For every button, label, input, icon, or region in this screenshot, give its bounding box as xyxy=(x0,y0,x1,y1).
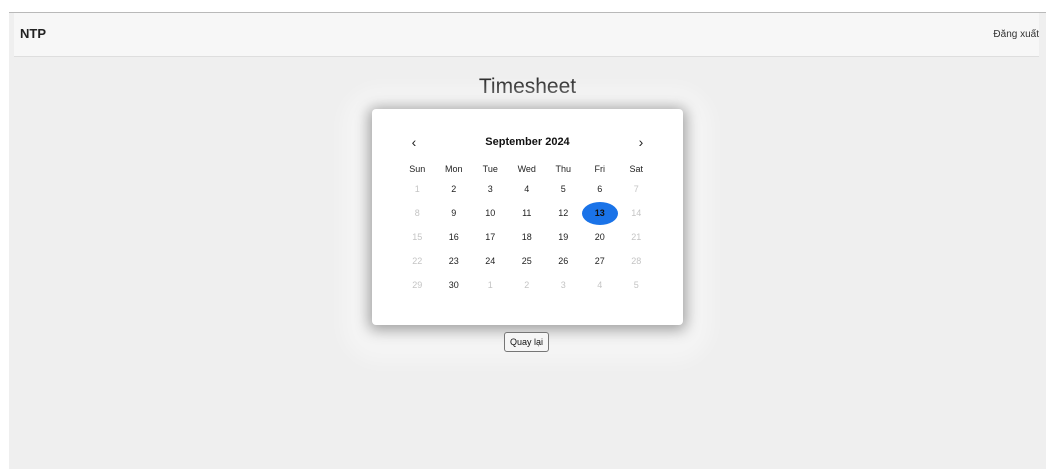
calendar-day[interactable]: 29 xyxy=(399,273,436,297)
calendar-day-label: 12 xyxy=(558,208,569,218)
calendar-day-label: 3 xyxy=(487,184,493,194)
calendar-day-label: 21 xyxy=(631,232,642,242)
calendar-day[interactable]: 9 xyxy=(436,201,473,225)
calendar-day-label: 6 xyxy=(597,184,603,194)
calendar-day-label: 7 xyxy=(633,184,639,194)
calendar-day-label: 15 xyxy=(412,232,423,242)
weekday-header: Fri xyxy=(594,164,606,174)
calendar-day-label: 22 xyxy=(412,256,423,266)
calendar-day[interactable]: 21 xyxy=(618,225,655,249)
calendar-day[interactable]: 14 xyxy=(618,201,655,225)
calendar-grid: Sun Mon Tue Wed Thu Fri Sat 1 2 3 4 5 6 7 8 9 10 11 12 13 14… xyxy=(399,161,655,297)
calendar-day-label: 2 xyxy=(524,280,530,290)
calendar-day-label: 11 xyxy=(522,208,532,218)
calendar-day[interactable]: 3 xyxy=(472,177,509,201)
calendar-day[interactable]: 26 xyxy=(545,249,582,273)
calendar-day-label: 3 xyxy=(560,280,566,290)
calendar-day-label: 19 xyxy=(558,232,569,242)
calendar-day[interactable]: 1 xyxy=(472,273,509,297)
logout-link[interactable]: Đăng xuất xyxy=(993,29,1039,40)
calendar-day-label: 25 xyxy=(521,256,532,266)
calendar-day-label: 29 xyxy=(412,280,423,290)
calendar-day[interactable]: 1 xyxy=(399,177,436,201)
calendar-day-label: 28 xyxy=(631,256,642,266)
calendar-day[interactable]: 19 xyxy=(545,225,582,249)
calendar-day[interactable]: 7 xyxy=(618,177,655,201)
calendar-day-label: 9 xyxy=(451,208,457,218)
date-picker: ‹ September 2024 › Sun Mon Tue Wed Thu Fri Sat… xyxy=(372,109,683,325)
calendar-day[interactable]: 17 xyxy=(472,225,509,249)
weekday-header: Mon xyxy=(444,164,463,174)
back-button[interactable]: Quay lại xyxy=(504,332,550,352)
weekday-header: Thu xyxy=(555,164,571,174)
calendar-day-label: 4 xyxy=(524,184,530,194)
calendar-day[interactable]: 28 xyxy=(618,249,655,273)
calendar-day[interactable]: 2 xyxy=(509,273,546,297)
calendar-day[interactable]: 24 xyxy=(472,249,509,273)
calendar-day[interactable]: 18 xyxy=(509,225,546,249)
calendar-day[interactable]: 5 xyxy=(618,273,655,297)
calendar-day[interactable]: 12 xyxy=(545,201,582,225)
weekday-header: Wed xyxy=(517,164,536,174)
calendar-day-label: 24 xyxy=(485,256,496,266)
calendar-day-label: 1 xyxy=(487,280,493,290)
calendar-day-label: 16 xyxy=(448,232,459,242)
page-background: NTP Đăng xuất Timesheet ‹ September 2024… xyxy=(9,12,1046,469)
top-navbar: NTP Đăng xuất xyxy=(14,13,1039,57)
weekday-header: Sat xyxy=(629,164,643,174)
page-title: Timesheet xyxy=(478,75,577,98)
calendar-day-label: 17 xyxy=(485,232,496,242)
calendar-day-label: 20 xyxy=(594,232,605,242)
calendar-day-label: 18 xyxy=(521,232,532,242)
brand-logo[interactable]: NTP xyxy=(20,26,46,41)
calendar-day-label: 27 xyxy=(594,256,605,266)
calendar-day-selected[interactable]: 13 xyxy=(581,201,619,225)
calendar-day[interactable]: 30 xyxy=(436,273,473,297)
calendar-day-label: 4 xyxy=(597,280,603,290)
calendar-day-label: 13 xyxy=(581,202,618,225)
calendar-day[interactable]: 4 xyxy=(509,177,546,201)
chevron-right-icon[interactable]: › xyxy=(631,134,651,150)
calendar-day-label: 1 xyxy=(414,184,420,194)
calendar-day-label: 10 xyxy=(485,208,496,218)
calendar-day[interactable]: 5 xyxy=(545,177,582,201)
calendar-day[interactable]: 15 xyxy=(399,225,436,249)
calendar-day[interactable]: 22 xyxy=(399,249,436,273)
calendar-day[interactable]: 16 xyxy=(436,225,473,249)
calendar-day[interactable]: 20 xyxy=(582,225,619,249)
calendar-day-label: 30 xyxy=(448,280,459,290)
calendar-day-label: 8 xyxy=(414,208,420,218)
calendar-day-label: 14 xyxy=(631,208,642,218)
calendar-day-label: 26 xyxy=(558,256,569,266)
calendar-day[interactable]: 2 xyxy=(436,177,473,201)
calendar-day[interactable]: 10 xyxy=(472,201,509,225)
weekday-header: Tue xyxy=(482,164,498,174)
calendar-day[interactable]: 4 xyxy=(582,273,619,297)
calendar-day-label: 23 xyxy=(448,256,459,266)
calendar-day-label: 5 xyxy=(560,184,566,194)
calendar-header: ‹ September 2024 › xyxy=(372,133,683,153)
calendar-day-label: 5 xyxy=(633,280,639,290)
calendar-day[interactable]: 11 xyxy=(509,201,546,225)
calendar-day[interactable]: 23 xyxy=(436,249,473,273)
calendar-day[interactable]: 3 xyxy=(545,273,582,297)
calendar-day[interactable]: 27 xyxy=(582,249,619,273)
calendar-day[interactable]: 25 xyxy=(509,249,546,273)
calendar-day[interactable]: 8 xyxy=(399,201,436,225)
weekday-header: Sun xyxy=(409,164,426,174)
calendar-day[interactable]: 6 xyxy=(582,177,619,201)
calendar-day-label: 2 xyxy=(451,184,457,194)
